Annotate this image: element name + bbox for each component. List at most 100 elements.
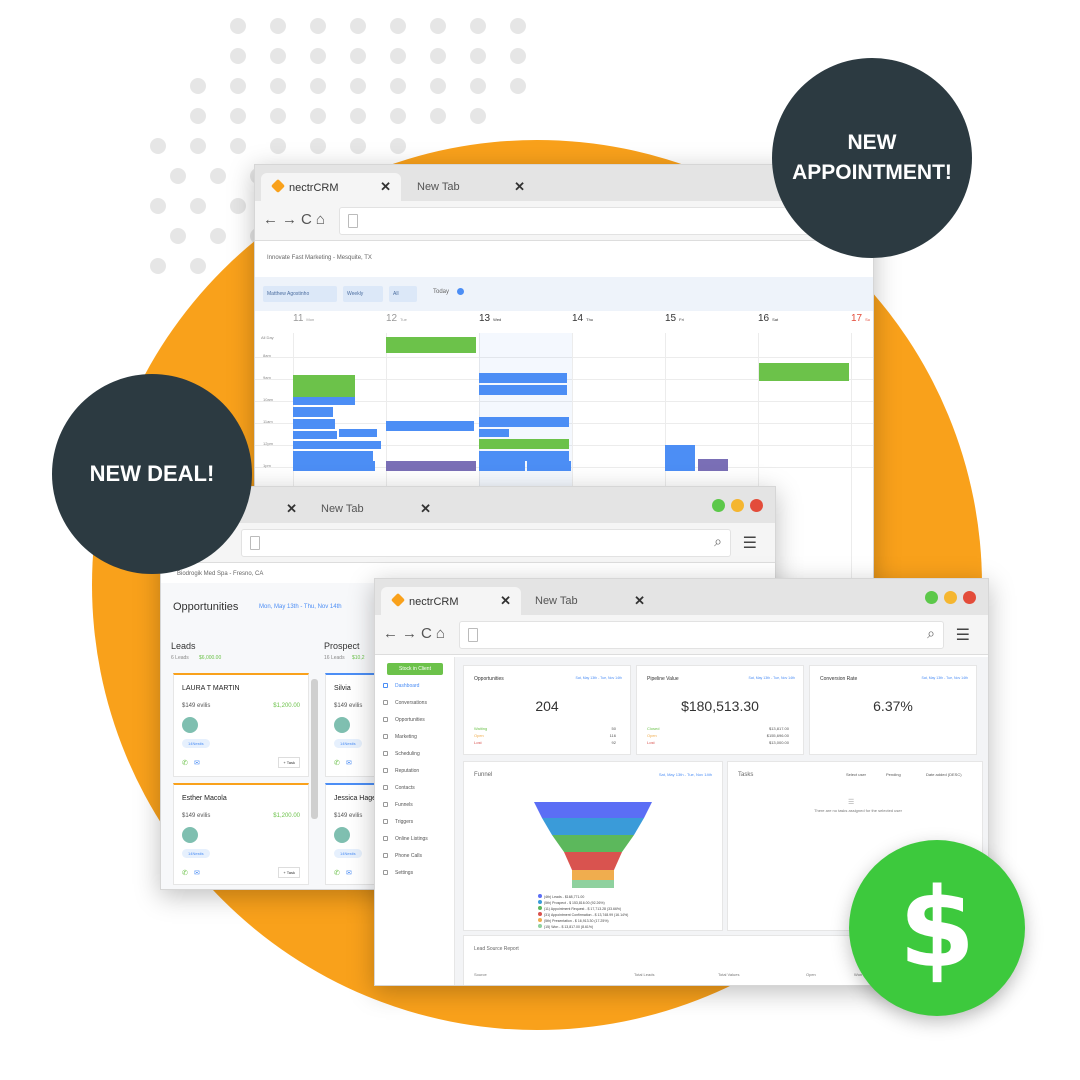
close-window-button[interactable] xyxy=(963,591,976,604)
sidebar-item[interactable]: Conversations xyxy=(395,700,427,706)
close-tab-icon[interactable]: ✕ xyxy=(514,179,525,195)
calendar-filter-dropdown[interactable]: Weekly xyxy=(343,286,383,302)
tab-nectrcrm[interactable]: nectrCRM ✕ xyxy=(381,587,521,615)
maximize-button[interactable] xyxy=(712,499,725,512)
nav-icons[interactable]: ←→C⌂ xyxy=(383,625,449,642)
calendar-event[interactable] xyxy=(479,439,569,449)
calendar-event[interactable] xyxy=(479,461,525,471)
location-label[interactable]: Biodrogik Med Spa - Fresno, CA xyxy=(177,571,263,577)
stat-card: Conversion Rate Sat, May 13th - Tue, Nov … xyxy=(809,665,977,755)
calendar-event[interactable] xyxy=(759,363,849,381)
sidebar-item[interactable]: Phone Calls xyxy=(395,853,422,859)
dot xyxy=(470,78,486,94)
sidebar-item[interactable]: Settings xyxy=(395,870,413,876)
calendar-event[interactable] xyxy=(386,461,476,471)
calendar-event[interactable] xyxy=(293,407,333,417)
calendar-event[interactable] xyxy=(293,419,335,429)
phone-icon[interactable]: ✆ xyxy=(182,869,188,877)
document-icon xyxy=(468,628,478,642)
calendar-event[interactable] xyxy=(386,421,474,431)
day-name: Sat xyxy=(772,317,779,322)
tab-new[interactable]: New Tab ✕ xyxy=(309,495,441,523)
sidebar-item[interactable]: Reputation xyxy=(395,768,419,774)
calendar-event[interactable] xyxy=(293,441,381,449)
calendar-event[interactable] xyxy=(479,451,569,461)
pipeline-column-title: Prospect xyxy=(324,641,360,651)
calendar-event[interactable] xyxy=(479,417,569,427)
opportunity-card[interactable]: LAURA T MARTIN $149 evilis $1,200.00 14Nest… xyxy=(173,673,309,777)
today-button[interactable]: Today xyxy=(433,289,449,295)
calendar-event[interactable] xyxy=(339,429,377,437)
maximize-button[interactable] xyxy=(925,591,938,604)
sidebar-item[interactable]: Dashboard xyxy=(395,683,419,689)
tab-new[interactable]: New Tab ✕ xyxy=(405,173,535,201)
calendar-event[interactable] xyxy=(665,445,695,471)
calendar-event[interactable] xyxy=(527,461,571,471)
dot xyxy=(390,18,406,34)
minimize-button[interactable] xyxy=(944,591,957,604)
add-task-button[interactable]: + Task xyxy=(278,757,300,768)
opportunity-card[interactable]: Esther Macola $149 evilis $1,200.00 14Nesti… xyxy=(173,783,309,885)
calendar-filter-dropdown[interactable]: All xyxy=(389,286,417,302)
url-input[interactable] xyxy=(339,207,865,235)
sidebar-item[interactable]: Marketing xyxy=(395,734,417,740)
url-input[interactable]: ⌕ xyxy=(459,621,944,649)
hour-label: 8am xyxy=(263,353,271,358)
minimize-button[interactable] xyxy=(731,499,744,512)
date-range[interactable]: Mon, May 13th - Thu, Nov 14th xyxy=(259,604,342,610)
menu-icon[interactable]: ☰ xyxy=(743,533,757,553)
calendar-event[interactable] xyxy=(479,373,567,383)
stat-range[interactable]: Sat, May 13th - Tue, Nov 14th xyxy=(922,676,969,680)
stat-title: Opportunities xyxy=(474,676,504,682)
add-task-button[interactable]: + Task xyxy=(278,867,300,878)
phone-icon[interactable]: ✆ xyxy=(182,759,188,767)
calendar-event[interactable] xyxy=(479,385,567,395)
message-icon[interactable]: ✉ xyxy=(346,759,352,767)
calendar-event[interactable] xyxy=(698,459,728,471)
message-icon[interactable]: ✉ xyxy=(194,869,200,877)
task-filter-dropdown[interactable]: Pending xyxy=(886,772,901,777)
location-label[interactable]: Innovate Fast Marketing - Mesquite, TX xyxy=(267,255,372,261)
phone-icon[interactable]: ✆ xyxy=(334,869,340,877)
dot xyxy=(430,78,446,94)
message-icon[interactable]: ✉ xyxy=(346,869,352,877)
report-column-header: Source xyxy=(474,972,487,977)
calendar-event[interactable] xyxy=(293,451,373,461)
sidebar-item[interactable]: Scheduling xyxy=(395,751,420,757)
sidebar-item[interactable]: Online Listings xyxy=(395,836,428,842)
stat-range[interactable]: Sat, May 13th - Tue, Nov 14th xyxy=(576,676,623,680)
close-tab-icon[interactable]: ✕ xyxy=(420,501,431,517)
url-input[interactable]: ⌕ xyxy=(241,529,731,557)
column-scrollbar[interactable] xyxy=(311,679,318,819)
close-tab-icon[interactable]: ✕ xyxy=(286,501,297,517)
calendar-event[interactable] xyxy=(293,375,355,397)
nav-icons[interactable]: ←→C⌂ xyxy=(263,211,329,228)
menu-icon[interactable]: ☰ xyxy=(956,625,970,645)
close-window-button[interactable] xyxy=(750,499,763,512)
stat-range[interactable]: Sat, May 13th - Tue, Nov 14th xyxy=(749,676,796,680)
day-name: Wed xyxy=(493,317,502,322)
tab-new[interactable]: New Tab ✕ xyxy=(523,587,655,615)
task-filter-dropdown[interactable]: Date added (DESC) xyxy=(926,772,962,777)
close-tab-icon[interactable]: ✕ xyxy=(500,593,511,609)
search-icon[interactable]: ⌕ xyxy=(714,533,722,550)
sidebar-item[interactable]: Triggers xyxy=(395,819,413,825)
message-icon[interactable]: ✉ xyxy=(194,759,200,767)
calendar-event[interactable] xyxy=(293,461,375,471)
close-tab-icon[interactable]: ✕ xyxy=(634,593,645,609)
calendar-event[interactable] xyxy=(479,429,509,437)
stock-in-client-button[interactable]: Stock in Client xyxy=(387,663,443,675)
tab-nectrcrm[interactable]: nectrCRM ✕ xyxy=(261,173,401,201)
close-tab-icon[interactable]: ✕ xyxy=(380,179,391,195)
sidebar-item[interactable]: Opportunities xyxy=(395,717,425,723)
sidebar-item[interactable]: Funnels xyxy=(395,802,413,808)
task-filter-dropdown[interactable]: Select user xyxy=(846,772,866,777)
sidebar-item[interactable]: Contacts xyxy=(395,785,415,791)
search-icon[interactable]: ⌕ xyxy=(927,625,935,642)
phone-icon[interactable]: ✆ xyxy=(334,759,340,767)
calendar-filter-dropdown[interactable]: Matthew Agostinho xyxy=(263,286,337,302)
pipeline-column-count: 6 Leads xyxy=(171,655,189,661)
calendar-event[interactable] xyxy=(386,337,476,353)
calendar-event[interactable] xyxy=(293,431,337,439)
calendar-event[interactable] xyxy=(293,397,355,405)
